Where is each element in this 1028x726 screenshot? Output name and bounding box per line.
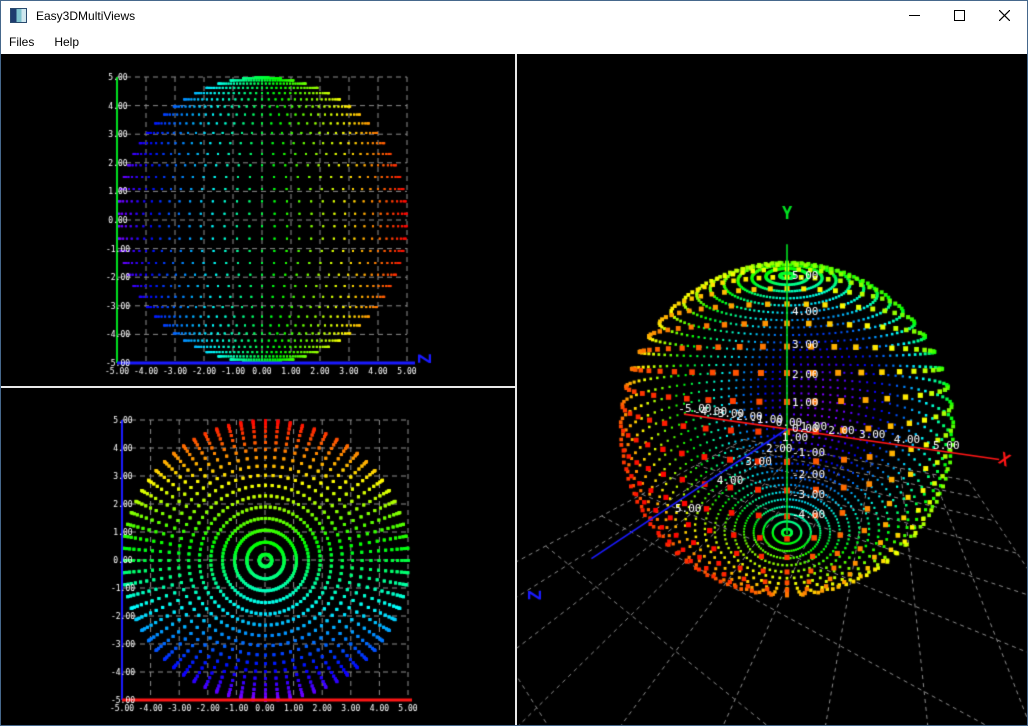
window-title: Easy3DMultiViews	[36, 9, 135, 23]
app-icon	[10, 8, 27, 23]
close-button[interactable]	[982, 1, 1027, 30]
perspective-view-canvas[interactable]	[517, 54, 1027, 725]
menu-bar: Files Help	[1, 30, 1027, 54]
window-controls	[892, 1, 1027, 30]
menu-item-files[interactable]: Files	[1, 30, 44, 54]
maximize-button[interactable]	[937, 1, 982, 30]
top-view-canvas[interactable]	[1, 388, 515, 725]
close-icon	[999, 10, 1010, 21]
minimize-button[interactable]	[892, 1, 937, 30]
titlebar[interactable]: Easy3DMultiViews	[1, 1, 1027, 30]
maximize-icon	[954, 10, 965, 21]
app-window: Easy3DMultiViews Files Help	[0, 0, 1028, 726]
viewport-area	[1, 54, 1027, 725]
minimize-icon	[909, 10, 920, 21]
menu-item-help[interactable]: Help	[44, 30, 89, 54]
side-view-canvas[interactable]	[1, 54, 515, 386]
